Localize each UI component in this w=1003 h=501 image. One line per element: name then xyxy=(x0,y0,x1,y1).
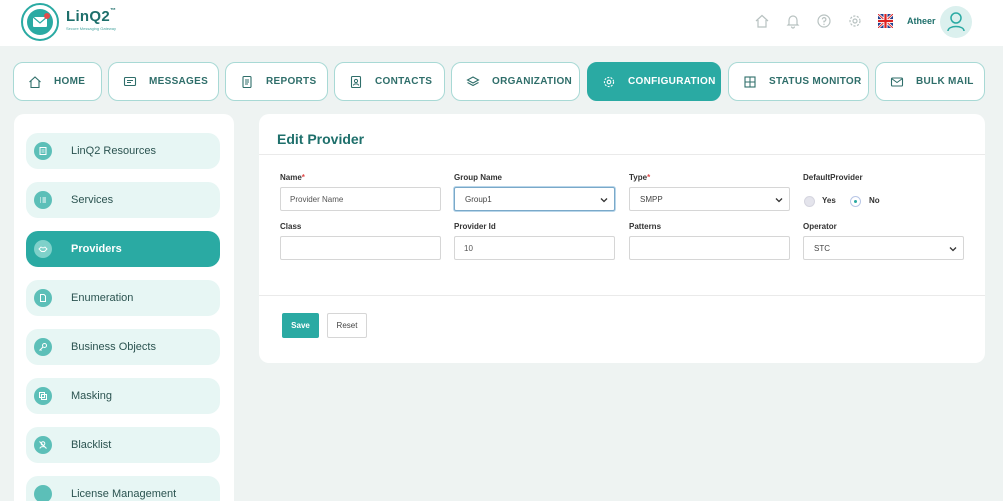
sidebar-item-providers[interactable]: Providers xyxy=(26,231,220,267)
linq2-logo-icon[interactable] xyxy=(20,2,60,42)
group-name-label: Group Name xyxy=(454,173,503,182)
sidebar-item-linq2-resources[interactable]: LinQ2 Resources xyxy=(26,133,220,169)
list-icon xyxy=(34,191,52,209)
document-icon xyxy=(34,289,52,307)
class-label: Class xyxy=(280,222,302,231)
tab-contacts[interactable]: CONTACTS xyxy=(334,62,445,101)
bell-icon[interactable] xyxy=(785,13,801,29)
tab-organization[interactable]: ORGANIZATION xyxy=(451,62,580,101)
license-icon xyxy=(34,485,52,501)
help-icon[interactable] xyxy=(816,13,832,29)
group-name-select[interactable]: Group1 xyxy=(454,187,615,211)
block-user-icon xyxy=(34,436,52,454)
provider-name-input[interactable] xyxy=(280,187,441,211)
chevron-down-icon xyxy=(600,198,608,203)
user-avatar-icon xyxy=(947,12,965,32)
user-name[interactable]: Atheer xyxy=(907,16,936,26)
config-sidebar: LinQ2 Resources Services Providers Enume… xyxy=(14,114,234,501)
default-provider-label: DefaultProvider xyxy=(803,173,863,182)
tab-bulk-mail[interactable]: BULK MAIL xyxy=(875,62,985,101)
type-label: Type* xyxy=(629,173,651,182)
name-label: Name* xyxy=(280,173,305,182)
save-button[interactable]: Save xyxy=(282,313,319,338)
chevron-down-icon xyxy=(775,198,783,203)
home-icon xyxy=(29,75,41,88)
copy-icon xyxy=(34,387,52,405)
contacts-icon xyxy=(350,75,362,88)
uk-flag-icon[interactable] xyxy=(878,14,893,28)
sidebar-item-masking[interactable]: Masking xyxy=(26,378,220,414)
form-actions-divider xyxy=(259,295,985,296)
resources-icon xyxy=(34,142,52,160)
edit-provider-card: Edit Provider Name* Group Name Group1 Ty… xyxy=(259,114,985,363)
key-icon xyxy=(34,338,52,356)
default-provider-no-radio[interactable] xyxy=(850,196,861,207)
brand-name: LinQ2™ xyxy=(66,8,117,25)
patterns-label: Patterns xyxy=(629,222,662,231)
default-provider-no-label: No xyxy=(869,196,880,205)
handshake-icon xyxy=(34,240,52,258)
tab-reports[interactable]: REPORTS xyxy=(225,62,328,101)
type-select[interactable]: SMPP xyxy=(629,187,790,211)
provider-id-input[interactable] xyxy=(454,236,615,260)
sidebar-item-services[interactable]: Services xyxy=(26,182,220,218)
tab-configuration[interactable]: CONFIGURATION xyxy=(587,62,721,101)
tab-status-monitor[interactable]: STATUS MONITOR xyxy=(728,62,869,101)
sidebar-item-license-management[interactable]: License Management xyxy=(26,476,220,501)
report-icon xyxy=(242,75,252,88)
app-header: LinQ2™ Secure Messaging Gateway Atheer xyxy=(0,0,1003,46)
user-avatar[interactable] xyxy=(940,6,972,38)
default-provider-yes-label: Yes xyxy=(822,196,836,205)
tab-messages[interactable]: MESSAGES xyxy=(108,62,219,101)
gear-icon xyxy=(603,76,615,87)
message-icon xyxy=(123,76,137,86)
chevron-down-icon xyxy=(949,247,957,252)
home-icon[interactable] xyxy=(754,13,770,29)
grid-icon xyxy=(744,75,756,88)
sidebar-item-business-objects[interactable]: Business Objects xyxy=(26,329,220,365)
default-provider-yes-radio[interactable] xyxy=(804,196,815,207)
class-input[interactable] xyxy=(280,236,441,260)
sidebar-item-enumeration[interactable]: Enumeration xyxy=(26,280,220,316)
provider-id-label: Provider Id xyxy=(454,222,496,231)
operator-label: Operator xyxy=(803,222,837,231)
patterns-input[interactable] xyxy=(629,236,790,260)
settings-icon[interactable] xyxy=(847,13,863,29)
operator-select[interactable]: STC xyxy=(803,236,964,260)
layers-icon xyxy=(466,75,480,86)
page-title: Edit Provider xyxy=(277,131,365,147)
tab-home[interactable]: HOME xyxy=(13,62,102,101)
reset-button[interactable]: Reset xyxy=(327,313,367,338)
sidebar-item-blacklist[interactable]: Blacklist xyxy=(26,427,220,463)
mail-icon xyxy=(890,76,904,87)
title-divider xyxy=(259,154,985,155)
brand-tagline: Secure Messaging Gateway xyxy=(66,26,117,31)
